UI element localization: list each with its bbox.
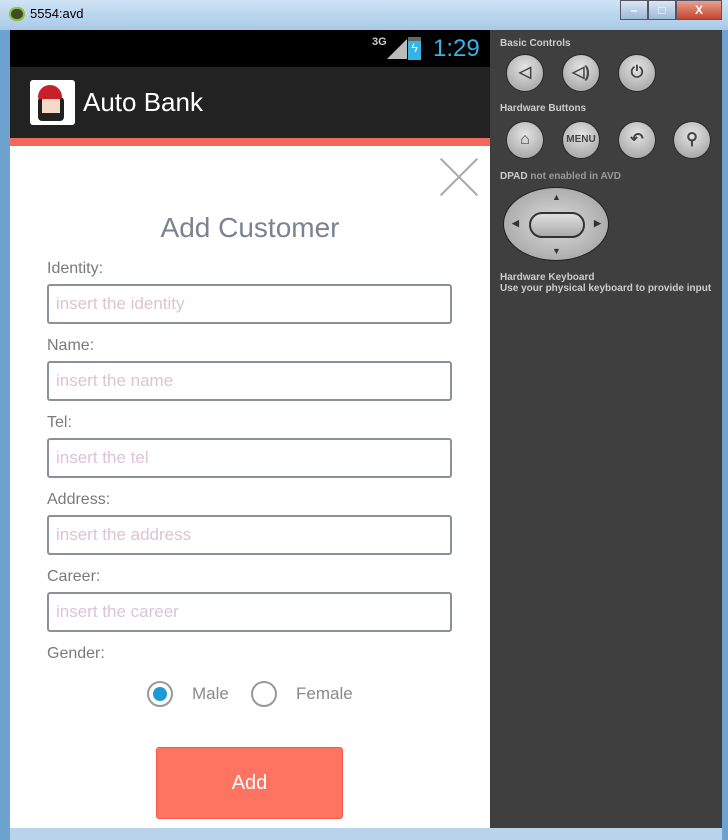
window-title: 5554:avd	[30, 6, 84, 21]
identity-label: Identity:	[47, 260, 104, 277]
android-app-icon	[9, 7, 25, 21]
volume-up-icon[interactable]: ◁)	[562, 54, 600, 92]
dpad-down-icon[interactable]: ▼	[552, 246, 561, 256]
basic-controls-heading: Basic Controls	[500, 38, 571, 49]
female-radio[interactable]	[251, 681, 277, 707]
career-label: Career:	[47, 568, 101, 585]
window-titlebar: 5554:avd – □ X	[0, 0, 728, 30]
dpad-center-button[interactable]	[529, 212, 585, 238]
emulator-controls-panel: Basic Controls ◁ ◁) ⏻ Hardware Buttons ⌂…	[490, 30, 722, 828]
dpad-left-icon[interactable]: ◀	[512, 218, 519, 229]
network-type: 3G	[372, 36, 387, 48]
career-input[interactable]	[47, 592, 452, 632]
home-icon[interactable]: ⌂	[506, 121, 544, 159]
accent-stripe	[10, 138, 490, 146]
app-title: Auto Bank	[83, 87, 203, 117]
dpad-control[interactable]: ▲ ▼ ◀ ▶	[503, 187, 609, 261]
search-icon[interactable]: ⚲	[673, 121, 711, 159]
battery-charging-icon: ϟ	[408, 37, 421, 60]
status-bar: 3G ϟ 1:29	[10, 30, 490, 67]
name-label: Name:	[47, 337, 95, 354]
minimize-button[interactable]: –	[620, 0, 648, 20]
address-input[interactable]	[47, 515, 452, 555]
dpad-up-icon[interactable]: ▲	[552, 192, 561, 202]
male-radio[interactable]	[147, 681, 173, 707]
address-label: Address:	[47, 491, 111, 508]
add-customer-form: Add Customer Identity: Name: Tel: Addres…	[10, 146, 490, 828]
tel-input[interactable]	[47, 438, 452, 478]
tel-label: Tel:	[47, 414, 72, 431]
window-bottom-border	[10, 828, 722, 840]
keyboard-heading: Hardware Keyboard	[500, 272, 595, 283]
maximize-button[interactable]: □	[648, 0, 676, 20]
male-label[interactable]: Male	[192, 684, 229, 704]
gender-label: Gender:	[47, 645, 105, 662]
identity-input[interactable]	[47, 284, 452, 324]
female-label[interactable]: Female	[296, 684, 353, 704]
dpad-heading: DPAD	[500, 171, 528, 182]
back-icon[interactable]: ↶	[618, 121, 656, 159]
close-window-button[interactable]: X	[676, 0, 722, 20]
volume-down-icon[interactable]: ◁	[506, 54, 544, 92]
name-input[interactable]	[47, 361, 452, 401]
dpad-right-icon[interactable]: ▶	[594, 218, 601, 229]
hardware-buttons-heading: Hardware Buttons	[500, 103, 587, 114]
power-icon[interactable]: ⏻	[618, 54, 656, 92]
close-icon[interactable]	[440, 158, 478, 196]
form-title: Add Customer	[160, 212, 340, 243]
add-button[interactable]: Add	[156, 747, 343, 819]
keyboard-note: Use your physical keyboard to provide in…	[500, 283, 712, 294]
emulator-screen: 3G ϟ 1:29 Auto Bank Add Customer Identit…	[10, 30, 490, 828]
menu-button[interactable]: MENU	[562, 121, 600, 159]
action-bar: Auto Bank	[10, 67, 490, 138]
dpad-note: not enabled in AVD	[530, 171, 621, 182]
app-logo[interactable]	[30, 80, 75, 125]
status-clock: 1:29	[433, 35, 480, 62]
signal-icon	[387, 39, 407, 59]
